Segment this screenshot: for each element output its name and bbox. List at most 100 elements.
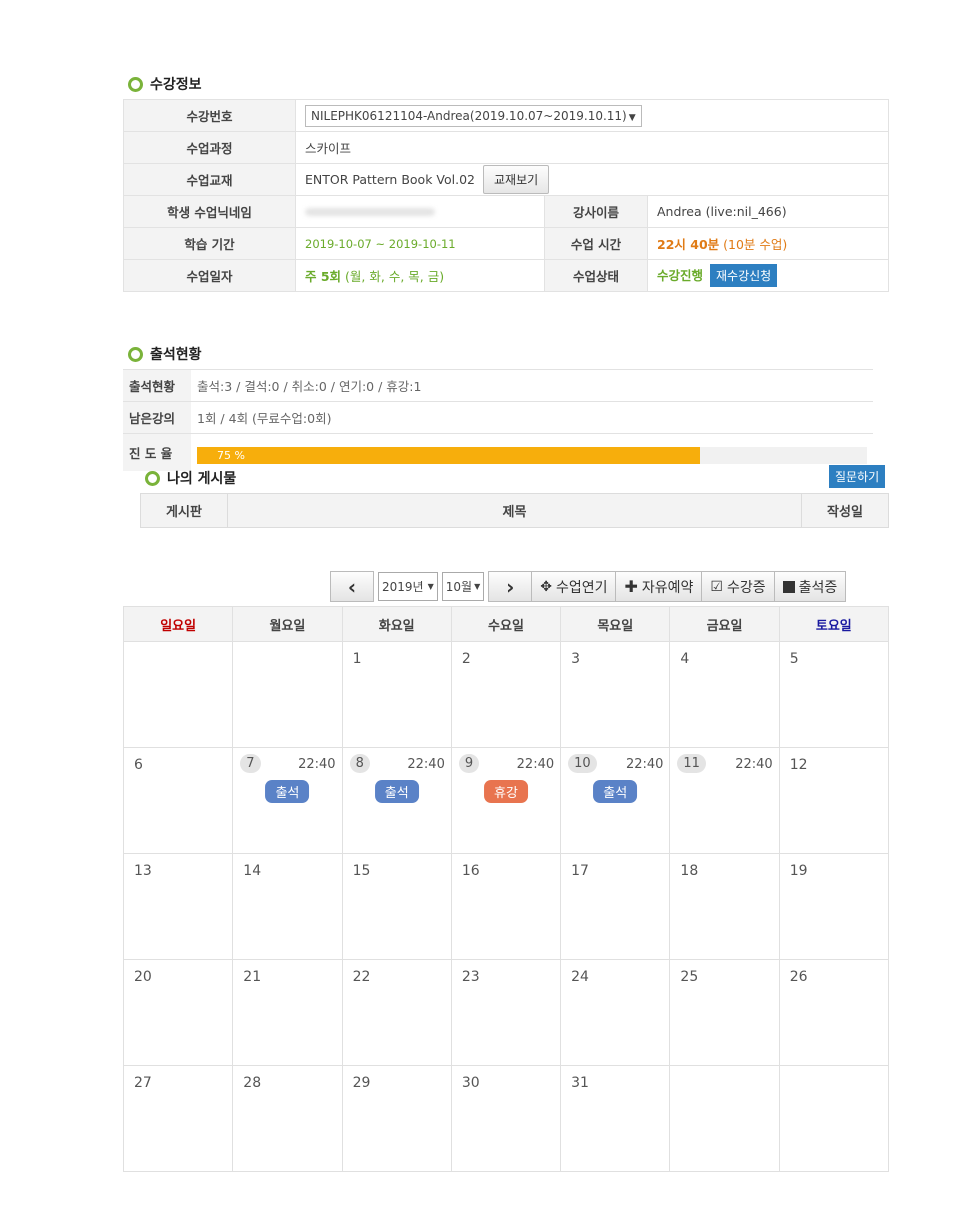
circle-bullet-icon <box>128 76 143 92</box>
day-number: 1 <box>352 651 362 667</box>
calendar-day-cell[interactable]: 13 <box>122 853 234 960</box>
period-label: 학습 기간 <box>123 227 296 260</box>
calendar-day-cell[interactable]: 4 <box>669 641 780 748</box>
calendar-day-cell[interactable]: 29 <box>341 1065 452 1172</box>
progress-fill: 75 % <box>197 447 700 464</box>
calendar-day-cell[interactable]: 21 <box>232 959 343 1066</box>
status-value: 수강진행 <box>657 268 704 283</box>
month-value: 10월 <box>445 580 473 594</box>
calendar-day-cell[interactable]: 7 22:40 출석 <box>232 747 343 854</box>
day-number: 26 <box>789 969 808 985</box>
calendar-day-cell[interactable]: 22 <box>341 959 452 1066</box>
weekday-header: 목요일 <box>560 606 671 642</box>
prev-month-button[interactable]: ‹ <box>330 571 374 602</box>
calendar-day-cell[interactable]: 24 <box>560 959 671 1066</box>
calendar-icon <box>782 580 795 593</box>
calendar-day-cell[interactable]: 3 <box>560 641 671 748</box>
calendar-day-cell[interactable]: 16 <box>450 853 562 960</box>
days-value: 주 5회 <box>305 269 342 284</box>
reenroll-button[interactable]: 재수강신청 <box>710 264 778 287</box>
days-extra: (월, 화, 수, 목, 금) <box>345 269 445 284</box>
calendar-day-cell[interactable]: 31 <box>560 1065 671 1172</box>
attend-badge[interactable]: 출석 <box>265 780 310 803</box>
calendar-day-cell[interactable]: 10 22:40 출석 <box>560 747 671 854</box>
calendar-day-cell[interactable]: 28 <box>232 1065 343 1172</box>
calendar-day-cell[interactable]: 9 22:40 휴강 <box>450 747 562 854</box>
attend-badge[interactable]: 출석 <box>593 780 638 803</box>
day-number: 3 <box>571 651 581 667</box>
calendar-week-row: 20 21 22 23 24 25 26 <box>122 959 890 1066</box>
year-value: 2019년 <box>382 580 424 594</box>
calendar-day-cell[interactable]: 1 <box>341 641 452 748</box>
day-number: 11 <box>677 754 706 773</box>
nickname-blurred <box>305 208 435 216</box>
calendar-week-row: 6 7 22:40 출석 8 22:40 출석 9 22:40 휴강 10 22:40 출석 11 22:4… <box>122 747 890 854</box>
col-date: 작성일 <box>801 493 889 528</box>
calendar-day-cell[interactable]: 18 <box>669 853 780 960</box>
calendar-day-cell[interactable]: 5 <box>778 641 890 748</box>
calendar-day-cell[interactable]: 17 <box>560 853 671 960</box>
day-number: 22 <box>352 969 371 985</box>
calendar-day-cell[interactable]: 26 <box>778 959 890 1066</box>
progress-label: 진 도 율 <box>123 433 191 471</box>
enroll-no-select[interactable]: NILEPHK06121104-Andrea(2019.10.07~2019.1… <box>305 104 642 127</box>
calendar-day-cell[interactable]: 12 <box>778 747 890 854</box>
calendar-day-cell[interactable]: 8 22:40 출석 <box>341 747 452 854</box>
calendar-day-cell[interactable]: 11 22:40 <box>669 747 780 854</box>
calendar-day-cell[interactable]: 15 <box>341 853 452 960</box>
free-reserve-button[interactable]: ✚ 자유예약 <box>615 571 703 602</box>
lesson-time: 22:40 <box>516 757 555 772</box>
progress-cell: 75 % <box>191 434 873 472</box>
calendar-day-cell[interactable]: 27 <box>122 1065 234 1172</box>
calendar-day-cell[interactable]: 20 <box>122 959 234 1066</box>
enroll-no-cell: NILEPHK06121104-Andrea(2019.10.07~2019.1… <box>295 99 889 132</box>
day-number: 14 <box>243 863 262 879</box>
view-textbook-button[interactable]: 교재보기 <box>482 165 550 194</box>
next-month-button[interactable]: › <box>488 571 533 602</box>
status-label: 수업상태 <box>544 259 648 292</box>
day-number: 28 <box>243 1075 262 1091</box>
postpone-button[interactable]: ✥ 수업연기 <box>531 571 617 602</box>
textbook-label: 수업교재 <box>123 163 296 196</box>
month-select[interactable]: 10월 ▼ <box>441 572 485 601</box>
calendar-toolbar: ‹ 2019년 ▼ 10월 ▼ › ✥ 수업연기 ✚ 자유예약 ☑ 수강증 출석증 <box>330 571 847 602</box>
circle-bullet-icon <box>128 346 143 362</box>
days-cell: 주 5회 (월, 화, 수, 목, 금) <box>295 259 545 292</box>
col-board: 게시판 <box>140 493 228 528</box>
remain-label: 남은강의 <box>123 401 191 434</box>
attendance-table: 출석현황 출석:3 / 결석:0 / 취소:0 / 연기:0 / 휴강:1 남은… <box>123 369 873 471</box>
calendar-day-cell[interactable]: 23 <box>450 959 562 1066</box>
time-label: 수업 시간 <box>544 227 648 260</box>
calendar-day-cell[interactable]: 30 <box>450 1065 562 1172</box>
day-number: 18 <box>680 863 699 879</box>
day-number: 21 <box>243 969 262 985</box>
weekday-header: 화요일 <box>341 606 452 642</box>
dropdown-arrow-icon: ▼ <box>427 582 434 591</box>
ask-question-button[interactable]: 질문하기 <box>829 465 886 488</box>
calendar-day-cell[interactable]: 6 <box>122 747 234 854</box>
plus-icon: ✚ <box>624 577 638 596</box>
enroll-no-value: NILEPHK06121104-Andrea(2019.10.07~2019.1… <box>311 108 627 123</box>
calendar-day-cell <box>669 1065 780 1172</box>
attend-badge[interactable]: 출석 <box>374 780 419 803</box>
calendar-day-cell[interactable]: 19 <box>778 853 890 960</box>
calendar-grid: 일요일 월요일 화요일 수요일 목요일 금요일 토요일 1 2 3 4 5 6 7 22:40 출석 8 22:… <box>122 606 890 1172</box>
chevron-left-icon: ‹ <box>347 574 357 599</box>
time-value: 22시 40분 <box>657 237 720 252</box>
attendance-status-label: 출석현황 <box>123 369 191 402</box>
certificate-button[interactable]: ☑ 수강증 <box>701 571 775 602</box>
calendar-day-cell[interactable]: 25 <box>669 959 780 1066</box>
calendar-day-cell[interactable]: 14 <box>232 853 343 960</box>
progress-bar: 75 % <box>197 447 867 464</box>
nickname-cell <box>295 195 545 228</box>
course-value: 스카이프 <box>295 131 889 164</box>
course-label: 수업과정 <box>123 131 296 164</box>
textbook-cell: ENTOR Pattern Book Vol.02 교재보기 <box>295 163 889 196</box>
year-select[interactable]: 2019년 ▼ <box>378 572 438 601</box>
lesson-time: 22:40 <box>735 757 773 772</box>
calendar-day-cell <box>778 1065 890 1172</box>
attendance-cert-button[interactable]: 출석증 <box>773 571 847 602</box>
rest-badge[interactable]: 휴강 <box>484 780 528 803</box>
textbook-value: ENTOR Pattern Book Vol.02 <box>305 172 475 187</box>
calendar-day-cell[interactable]: 2 <box>450 641 562 748</box>
